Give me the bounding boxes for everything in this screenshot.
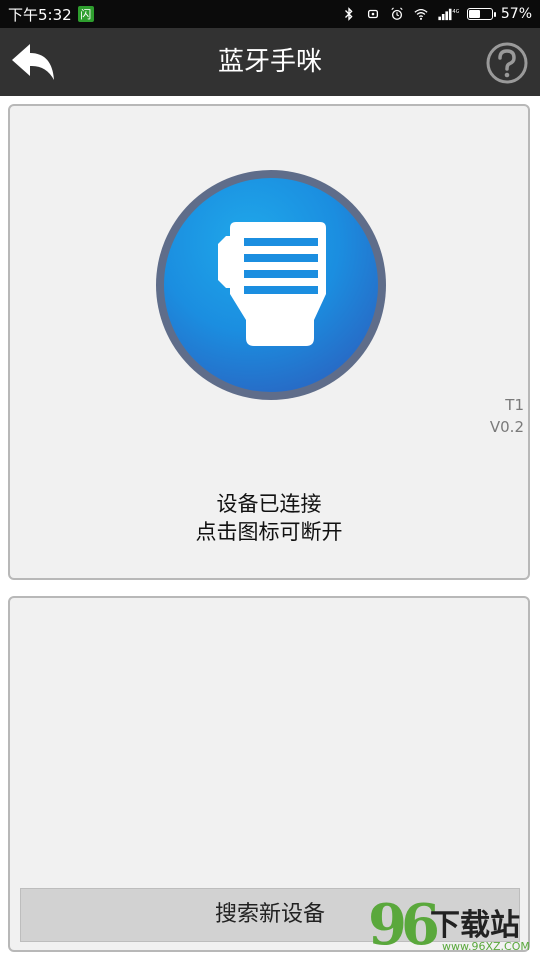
connection-status: 设备已连接 点击图标可断开	[10, 490, 528, 546]
watermark-logo: 96 下载站 www.96XZ.COM	[368, 892, 538, 958]
watermark-number: 96	[368, 892, 440, 958]
status-bar-right: 4G 57%	[341, 0, 532, 28]
status-time: 下午5:32	[8, 5, 72, 24]
battery-percent: 57%	[500, 6, 532, 22]
status-bar-left: 下午5:32 闪	[8, 0, 94, 28]
network-type-label: 4G	[452, 9, 459, 15]
wifi-icon	[414, 8, 428, 20]
notification-app-icon: 闪	[77, 6, 94, 22]
device-version-info: T1 V0.2	[490, 394, 524, 438]
firmware-version: V0.2	[489, 418, 524, 436]
help-icon[interactable]	[486, 42, 528, 84]
watermark-text: 下载站	[430, 908, 520, 943]
watermark-url: www.96XZ.COM	[442, 940, 530, 953]
alarm-icon	[391, 7, 403, 20]
device-connect-button[interactable]	[156, 170, 386, 400]
title-bar: 蓝牙手咪	[0, 28, 540, 96]
connection-status-line2: 点击图标可断开	[195, 520, 343, 544]
device-model: T1	[505, 396, 524, 414]
status-bar: 下午5:32 闪 4G 57%	[0, 0, 540, 28]
signal-icon: 4G	[438, 8, 459, 21]
bluetooth-icon	[344, 7, 353, 21]
walkie-talkie-mic-icon	[218, 222, 326, 346]
connection-status-line1: 设备已连接	[216, 492, 322, 516]
page-title: 蓝牙手咪	[217, 47, 322, 77]
device-icon-circle	[164, 178, 378, 392]
vibrate-icon	[367, 9, 378, 19]
device-panel: T1 V0.2 设备已连接 点击图标可断开	[8, 104, 530, 580]
battery-icon	[466, 8, 496, 20]
